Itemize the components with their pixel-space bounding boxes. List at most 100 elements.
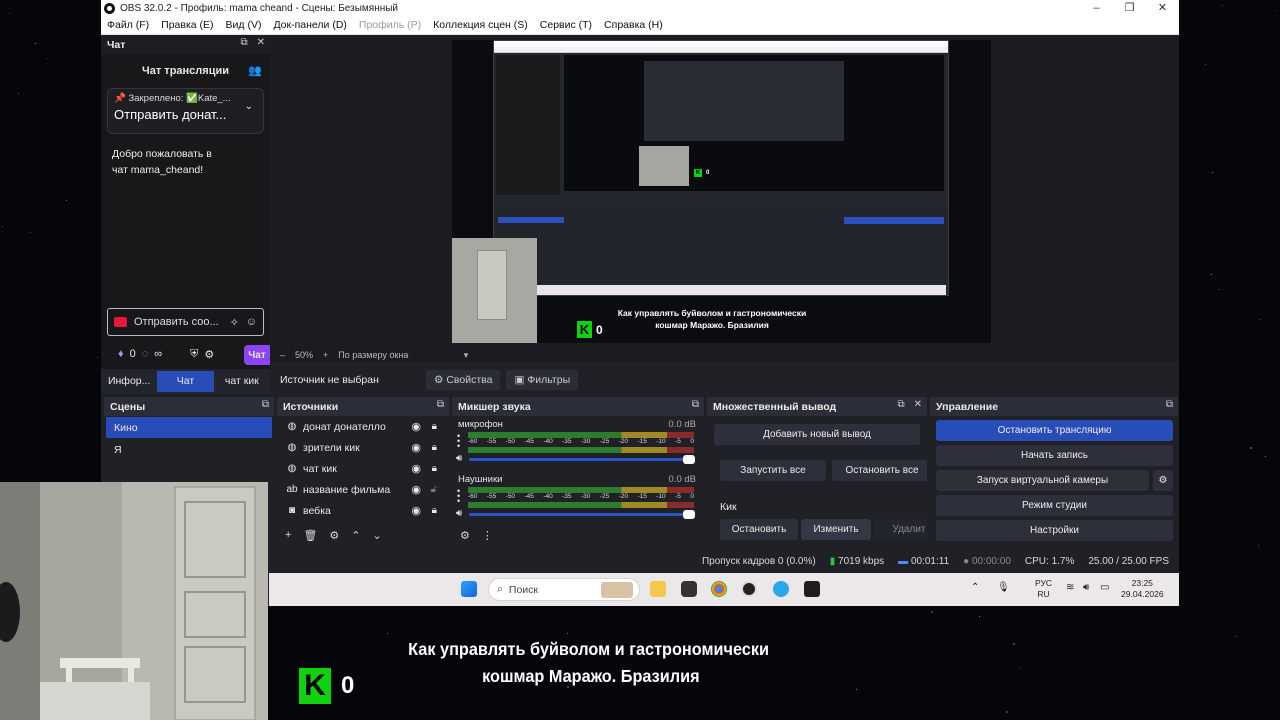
unlock-icon[interactable]: 🔓︎ [431,484,437,495]
chat-send-button[interactable]: Чат [244,345,270,365]
advanced-audio-icon[interactable]: ⚙ [460,529,470,542]
virtual-camera-settings-icon[interactable]: ⚙ [1153,470,1173,491]
menu-scene-collection[interactable]: Коллекция сцен (S) [427,19,534,31]
source-item[interactable]: ◍ зрители кик ◉ 🔒︎ [277,437,449,458]
tab-kick-chat[interactable]: чат кик [214,369,270,394]
chat-footer: ♦ 0 ◌ ∞ ⛨ ⚙ Чат [101,341,270,367]
fit-dropdown[interactable]: По размеру окна ▾ [338,350,468,361]
users-icon[interactable]: 👥 [248,64,262,77]
preview-area[interactable]: K0 Как управлять буйволом и гастрономиче… [270,35,1179,348]
gear-icon[interactable]: ⚙ [204,348,214,361]
scene-item-kino[interactable]: Кино [106,417,272,438]
bits-icon[interactable]: ♦ [118,348,124,360]
float-dock-icon[interactable]: ⧉ [1166,399,1173,410]
channel-menu-icon[interactable]: • • • [457,432,460,451]
add-output-button[interactable]: Добавить новый вывод [714,424,920,445]
stop-output-button[interactable]: Остановить [720,519,798,540]
source-item[interactable]: ◍ донат донателло ◉ 🔒︎ [277,416,449,437]
shield-icon[interactable]: ⛨ [190,348,198,361]
terminal-icon[interactable] [804,581,820,597]
volume-icon[interactable]: 🔊︎ [1083,582,1089,593]
source-item[interactable]: ◙ вебка ◉ 🔒︎ [277,500,449,521]
volume-slider[interactable] [469,510,695,519]
channel-menu-icon[interactable]: • • • [457,487,460,506]
zoom-out-button[interactable]: – [280,350,285,360]
float-dock-icon[interactable]: ⧉ [692,399,699,410]
source-item[interactable]: ◍ чат кик ◉ 🔒︎ [277,458,449,479]
tab-chat[interactable]: Чат [157,371,214,392]
stop-all-button[interactable]: Остановить все [832,460,927,481]
add-source-button[interactable]: + [285,529,291,541]
file-explorer-icon[interactable] [650,581,666,597]
close-dock-icon[interactable]: ✕ [257,37,265,48]
taskbar-search[interactable]: ⌕ Поиск [488,578,640,601]
delete-output-button[interactable]: Удалит [874,519,927,540]
pinned-message[interactable]: 📌 Закреплено: ✅Kate_... Отправить донат.… [107,88,264,134]
menu-view[interactable]: Вид (V) [220,19,268,31]
eye-icon[interactable]: ◉ [411,420,421,433]
menu-edit[interactable]: Правка (E) [155,19,219,31]
close-button[interactable]: ✕ [1146,0,1179,16]
source-item[interactable]: ab название фильма ◉ 🔓︎ [277,479,449,500]
properties-button[interactable]: ⚙ Свойства [426,369,501,390]
float-dock-icon[interactable]: ⧉ [437,399,444,410]
trash-icon[interactable]: 🗑︎ [303,529,317,542]
volume-slider-handle[interactable] [683,510,695,519]
eye-icon[interactable]: ◉ [411,483,421,496]
tray-expand-icon[interactable]: ⌃ [971,582,979,593]
lock-icon[interactable]: 🔒︎ [432,442,437,453]
close-dock-icon[interactable]: ✕ [914,399,922,410]
chat-input[interactable]: Отправить соо... ✧ ☺ [107,308,264,336]
zoom-in-button[interactable]: + [323,350,328,360]
tab-info[interactable]: Инфор... [101,369,157,394]
start-recording-button[interactable]: Начать запись [936,445,1173,466]
menu-docks[interactable]: Док-панели (D) [267,19,352,31]
settings-button[interactable]: Настройки [936,520,1173,541]
wifi-icon[interactable]: ≋ [1066,582,1074,593]
filters-button[interactable]: ▣ Фильтры [506,369,579,390]
eye-icon[interactable]: ◉ [411,441,421,454]
volume-slider-handle[interactable] [683,455,695,464]
davinci-icon[interactable] [681,581,697,597]
move-up-icon[interactable]: ⌃ [351,529,360,542]
chevron-down-icon[interactable]: ⌄ [245,101,253,112]
battery-icon[interactable]: ▭ [1100,582,1109,593]
menu-tools[interactable]: Сервис (T) [534,19,598,31]
gear-icon[interactable]: ⚙ [329,529,339,542]
float-dock-icon[interactable]: ⧉ [262,399,269,410]
emoji-icon[interactable]: ☺ [246,316,257,328]
float-dock-icon[interactable]: ⧉ [240,37,247,48]
stop-stream-button[interactable]: Остановить трансляцию [936,420,1173,441]
preview-canvas[interactable]: K0 Как управлять буйволом и гастрономиче… [452,40,991,343]
clock[interactable]: 23:25 29.04.2026 [1121,578,1164,600]
eye-icon[interactable]: ◉ [411,462,421,475]
minimize-button[interactable]: – [1080,0,1113,16]
scene-item-ya[interactable]: Я [106,439,272,460]
sparkle-icon[interactable]: ✧ [230,316,239,329]
float-dock-icon[interactable]: ⧉ [897,399,904,410]
microphone-icon[interactable]: 🎙︎ [997,582,1010,593]
start-icon[interactable] [461,581,477,597]
eye-icon[interactable]: ◉ [411,504,421,517]
meter-tick-label: -10 [656,493,666,500]
menu-help[interactable]: Справка (H) [598,19,669,31]
channel-points-icon[interactable]: ◌ [142,348,149,360]
volume-slider[interactable] [469,455,695,464]
lock-icon[interactable]: 🔒︎ [432,421,437,432]
telegram-icon[interactable] [773,581,789,597]
move-down-icon[interactable]: ⌄ [373,529,382,542]
menu-file[interactable]: Файл (F) [101,19,155,31]
maximize-button[interactable]: ❐ [1113,0,1146,16]
edit-output-button[interactable]: Изменить [801,519,871,540]
obs-taskbar-icon[interactable] [741,581,757,597]
lock-icon[interactable]: 🔒︎ [432,505,437,516]
virtual-camera-button[interactable]: Запуск виртуальной камеры [936,470,1149,491]
mixer-menu-icon[interactable]: ⋮ [482,529,493,542]
speaker-icon[interactable]: 🔊︎ [456,508,462,519]
chrome-icon[interactable] [711,581,727,597]
start-all-button[interactable]: Запустить все [720,460,826,481]
speaker-icon[interactable]: 🔊︎ [456,453,462,464]
studio-mode-button[interactable]: Режим студии [936,495,1173,516]
language-indicator[interactable]: РУС RU [1035,578,1052,600]
lock-icon[interactable]: 🔒︎ [432,463,437,474]
